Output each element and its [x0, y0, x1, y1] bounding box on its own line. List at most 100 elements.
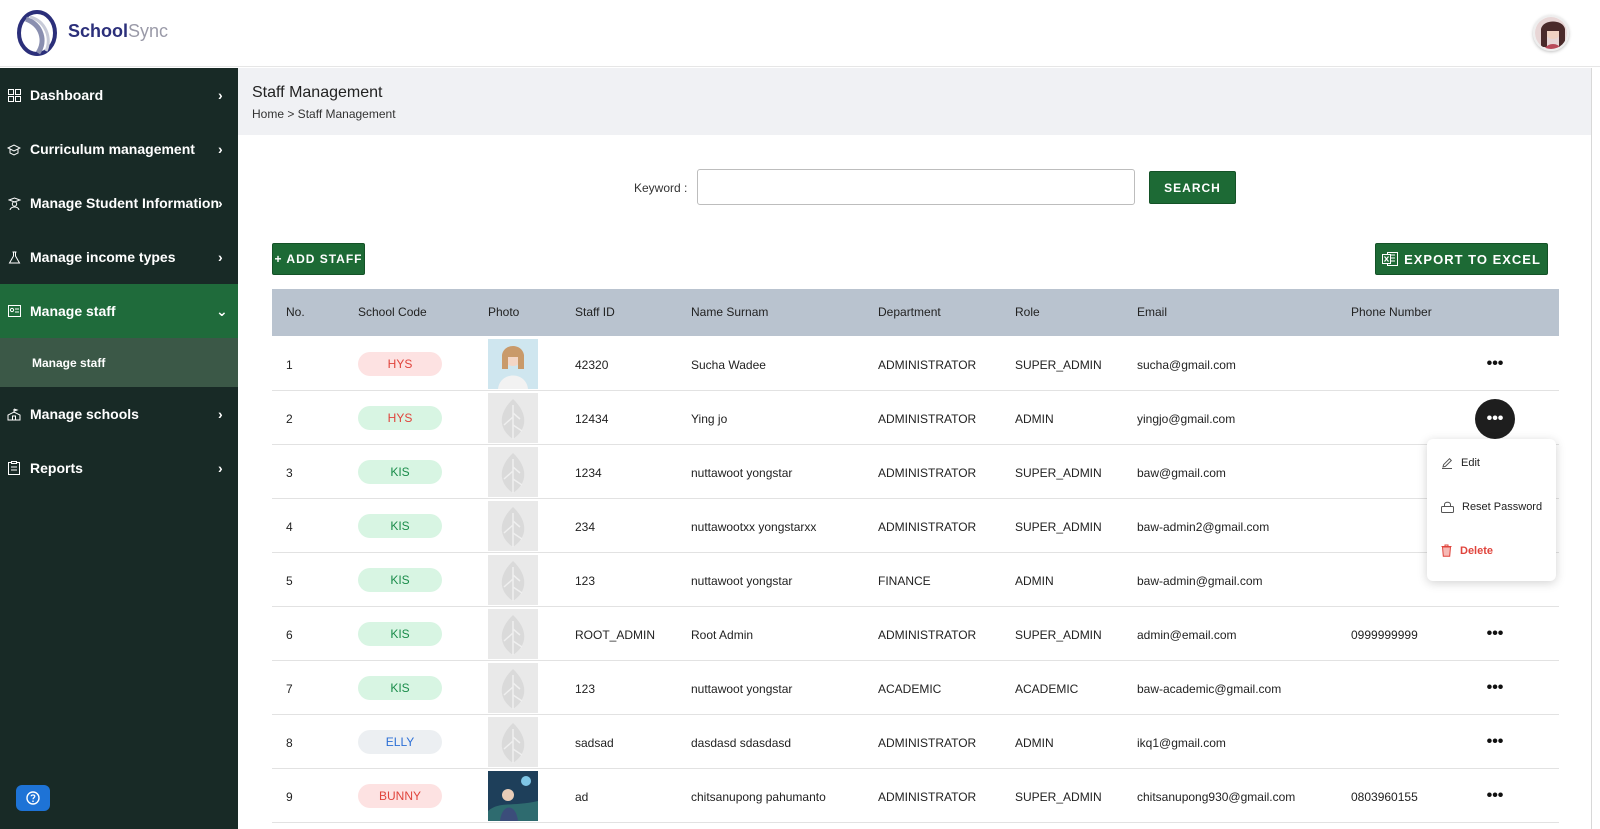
search-button[interactable]: SEARCH	[1149, 171, 1236, 204]
sidebar-item-reports[interactable]: Reports ›	[0, 441, 238, 495]
student-icon	[7, 196, 21, 210]
cell-department: ACADEMIC	[878, 682, 942, 696]
sidebar-item-student-info[interactable]: Manage Student Information ›	[0, 176, 238, 230]
sidebar-item-label: Manage income types	[30, 249, 176, 265]
staff-photo	[488, 771, 538, 821]
menu-item-edit-label: Edit	[1461, 457, 1480, 469]
cell-role: SUPER_ADMIN	[1015, 520, 1102, 534]
cell-no: 8	[286, 736, 293, 750]
cell-no: 5	[286, 574, 293, 588]
table-row[interactable]: 6 KIS ROOT_ADMIN Root Admin ADMINISTRATO…	[272, 607, 1559, 661]
cell-phone: 0803960155	[1351, 790, 1418, 804]
table-row[interactable]: 3 KIS 1234 nuttawoot yongstar ADMINISTRA…	[272, 445, 1559, 499]
cell-staff-id: sadsad	[575, 736, 614, 750]
user-avatar[interactable]	[1533, 15, 1569, 51]
sidebar-item-label: Manage Student Information	[30, 195, 219, 211]
sidebar-item-manage-schools[interactable]: Manage schools ›	[0, 387, 238, 441]
help-button[interactable]	[16, 785, 50, 811]
sidebar-item-label: Manage staff	[30, 303, 116, 319]
chevron-right-icon: ›	[218, 406, 223, 422]
cell-staff-id: 42320	[575, 358, 609, 372]
chevron-down-icon: ⌄	[216, 302, 228, 319]
leaf-placeholder-icon	[488, 663, 538, 713]
table-row[interactable]: 1 HYS 42320 Sucha Wadee ADMINISTRATOR SU…	[272, 337, 1559, 391]
cell-name: nuttawootxx yongstarxx	[691, 520, 817, 534]
cell-role: ADMIN	[1015, 574, 1054, 588]
staff-photo	[488, 339, 538, 389]
export-excel-label: EXPORT TO EXCEL	[1404, 251, 1541, 267]
sidebar-item-curriculum[interactable]: Curriculum management ›	[0, 122, 238, 176]
leaf-placeholder-icon	[488, 717, 538, 767]
keyword-input[interactable]	[697, 169, 1135, 205]
column-header-phone: Phone Number	[1351, 305, 1432, 319]
cell-department: ADMINISTRATOR	[878, 628, 977, 642]
sidebar: Dashboard › Curriculum management › Mana…	[0, 68, 238, 829]
lock-icon	[1441, 501, 1454, 513]
menu-item-edit[interactable]: Edit	[1441, 457, 1480, 469]
sidebar-subitem-manage-staff[interactable]: Manage staff	[0, 338, 238, 387]
column-header-no: No.	[286, 305, 305, 319]
cell-no: 2	[286, 412, 293, 426]
leaf-placeholder-icon	[488, 447, 538, 497]
more-actions-button[interactable]: •••	[1482, 783, 1508, 809]
cell-role: ADMIN	[1015, 736, 1054, 750]
sidebar-item-label: Dashboard	[30, 87, 104, 103]
breadcrumb: Home > Staff Management	[252, 107, 396, 121]
table-row[interactable]: 9 BUNNY ad chitsanupong pahumanto ADMINI…	[272, 769, 1559, 823]
table-row[interactable]: 5 KIS 123 nuttawoot yongstar FINANCE ADM…	[272, 553, 1559, 607]
table-row[interactable]: 4 KIS 234 nuttawootxx yongstarxx ADMINIS…	[272, 499, 1559, 553]
avatar-image-icon	[1535, 17, 1567, 49]
leaf-placeholder-icon	[488, 393, 538, 443]
more-actions-button[interactable]: •••	[1482, 675, 1508, 701]
page-title: Staff Management	[252, 84, 383, 101]
menu-item-delete-label: Delete	[1460, 544, 1494, 557]
table-row[interactable]: 8 ELLY sadsad dasdasd sdasdasd ADMINISTR…	[272, 715, 1559, 769]
trash-icon	[1441, 544, 1452, 557]
add-staff-button[interactable]: + ADD STAFF	[272, 243, 365, 275]
column-header-role: Role	[1015, 305, 1040, 319]
menu-item-reset-password[interactable]: Reset Password	[1441, 501, 1542, 513]
sidebar-subitem-label: Manage staff	[32, 355, 106, 370]
table-row[interactable]: 7 KIS 123 nuttawoot yongstar ACADEMIC AC…	[272, 661, 1559, 715]
cell-staff-id: ROOT_ADMIN	[575, 628, 656, 642]
cell-no: 3	[286, 466, 293, 480]
staff-card-icon	[7, 304, 21, 318]
excel-icon	[1382, 252, 1399, 266]
sidebar-item-income-types[interactable]: Manage income types ›	[0, 230, 238, 284]
staff-photo-placeholder	[488, 663, 538, 713]
top-header: SchoolSync	[0, 0, 1600, 67]
sidebar-item-label: Reports	[30, 460, 83, 476]
more-actions-button[interactable]: •••	[1482, 621, 1508, 647]
menu-item-delete[interactable]: Delete	[1441, 544, 1493, 557]
staff-photo-placeholder	[488, 447, 538, 497]
chevron-right-icon: ›	[218, 87, 223, 103]
more-actions-button-active[interactable]: •••	[1475, 399, 1515, 439]
cell-department: FINANCE	[878, 574, 931, 588]
scrollbar-track[interactable]	[1591, 68, 1592, 829]
cell-email: baw-admin@gmail.com	[1137, 574, 1263, 588]
cell-department: ADMINISTRATOR	[878, 358, 977, 372]
cell-email: chitsanupong930@gmail.com	[1137, 790, 1296, 804]
pencil-icon	[1442, 457, 1453, 469]
table-row[interactable]: 2 HYS 12434 Ying jo ADMINISTRATOR ADMIN …	[272, 391, 1559, 445]
brand-name-part2: Sync	[128, 21, 169, 41]
cell-email: baw-academic@gmail.com	[1137, 682, 1282, 696]
more-actions-button[interactable]: •••	[1482, 351, 1508, 377]
cell-department: ADMINISTRATOR	[878, 736, 977, 750]
more-actions-button[interactable]: •••	[1482, 729, 1508, 755]
chevron-right-icon: ›	[218, 141, 223, 157]
column-header-staff-id: Staff ID	[575, 305, 615, 319]
export-excel-button[interactable]: EXPORT TO EXCEL	[1375, 243, 1548, 275]
row-actions-menu: Edit Reset Password Delete	[1427, 439, 1556, 581]
school-code-badge: KIS	[358, 622, 442, 646]
brand-name-part1: School	[68, 21, 129, 41]
page-header: Staff Management Home > Staff Management	[238, 68, 1591, 135]
staff-photo-placeholder	[488, 717, 538, 767]
sidebar-item-dashboard[interactable]: Dashboard ›	[0, 68, 238, 122]
cell-name: nuttawoot yongstar	[691, 466, 793, 480]
staff-photo-placeholder	[488, 501, 538, 551]
sidebar-item-manage-staff[interactable]: Manage staff ⌄	[0, 284, 238, 338]
cell-email: baw@gmail.com	[1137, 466, 1226, 480]
clipboard-icon	[7, 461, 21, 475]
school-code-badge: ELLY	[358, 730, 442, 754]
